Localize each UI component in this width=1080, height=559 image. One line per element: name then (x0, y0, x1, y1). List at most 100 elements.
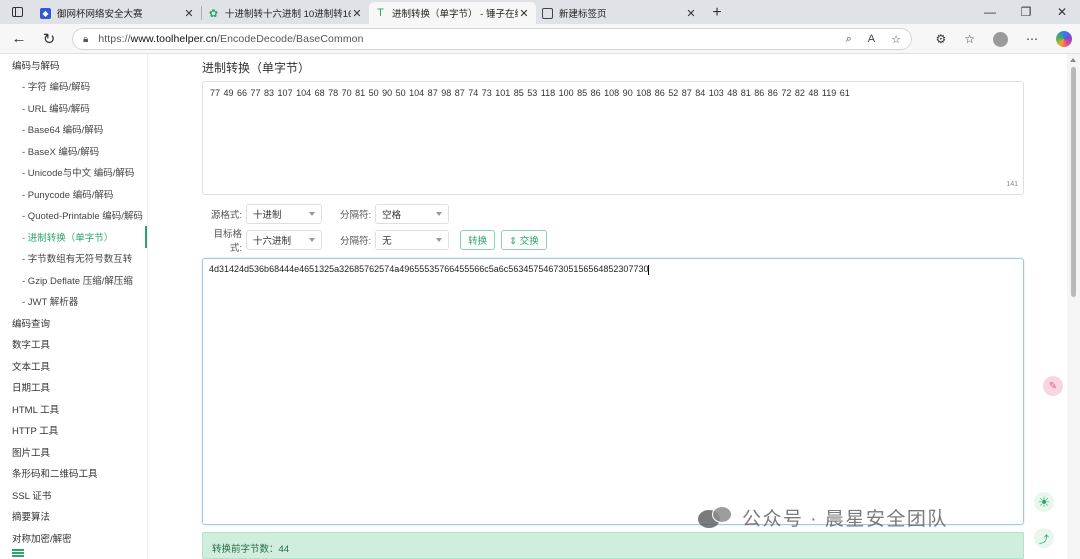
sidebar-category[interactable]: 摘要算法 (0, 506, 147, 528)
minimize-icon[interactable]: — (972, 5, 1008, 19)
copilot-icon[interactable] (1056, 31, 1072, 47)
tab-title: 新建标签页 (559, 9, 607, 20)
new-tab-button[interactable]: + (703, 2, 731, 24)
wechat-logo-icon (698, 504, 734, 530)
avatar[interactable] (993, 31, 1008, 47)
share-icon[interactable]: ⤴ (1034, 528, 1054, 548)
page-title: 进制转换（单字节） (202, 61, 311, 75)
tab-3[interactable]: 新建标签页 ✕ (536, 2, 703, 24)
scroll-up-icon[interactable] (1070, 58, 1076, 62)
tab-title: 进制转换（单字节） - 锤子在线工 (392, 9, 518, 20)
close-icon[interactable]: ✕ (183, 7, 195, 20)
more-menu-icon[interactable]: ⋯ (1026, 32, 1038, 46)
lock-icon: 🔒︎ (83, 33, 89, 45)
window-icon (11, 7, 23, 17)
menu-icon[interactable] (12, 549, 24, 557)
sidebar-category[interactable]: SSL 证书 (0, 484, 147, 506)
swap-button[interactable]: ⇕ 交换 (501, 230, 547, 250)
close-icon[interactable]: ✕ (518, 7, 530, 20)
target-sep-value: 无 (382, 236, 392, 247)
close-icon[interactable]: ✕ (685, 7, 697, 20)
target-sep-label: 分隔符: (340, 236, 372, 247)
sidebar-category[interactable]: 文本工具 (0, 355, 147, 377)
sidebar-category[interactable]: 条形码和二维码工具 (0, 463, 147, 485)
extensions-icon[interactable]: ⚙ (935, 32, 946, 46)
address-bar[interactable]: 🔒︎ https://www.toolhelper.cn/EncodeDecod… (72, 28, 912, 50)
sidebar-category[interactable]: 日期工具 (0, 377, 147, 399)
scrollbar-thumb[interactable] (1071, 67, 1076, 297)
chevron-down-icon (436, 238, 443, 242)
sidebar-item[interactable]: - Unicode与中文 编码/解码 (0, 162, 147, 184)
result-bar: 转换前字节数：44 (202, 532, 1024, 559)
sidebar-item[interactable]: - 进制转换（单字节） (0, 226, 147, 248)
sidebar-item[interactable]: - 字符 编码/解码 (0, 76, 147, 98)
close-icon[interactable]: ✕ (351, 7, 363, 20)
main-panel: 进制转换（单字节） 77 49 66 77 83 107 104 68 78 7… (149, 54, 1067, 559)
chevron-down-icon (309, 212, 315, 216)
favorites-icon[interactable]: ☆ (964, 32, 975, 46)
source-sep-label: 分隔符: (340, 210, 372, 221)
char-count: 141 (1006, 181, 1018, 188)
tab-title: 御网杯网络安全大赛 (57, 9, 143, 20)
url-text: https://www.toolhelper.cn/EncodeDecode/B… (98, 33, 364, 45)
target-row: 目标格式: 十六进制 分隔符: 无 转换 ⇕ 交换 (202, 229, 547, 254)
translate-float-icon[interactable]: ✎ (1043, 376, 1063, 396)
vertical-scrollbar[interactable] (1067, 54, 1080, 559)
convert-button[interactable]: 转换 (460, 230, 496, 250)
source-sep-select[interactable]: 空格 (375, 204, 450, 224)
sidebar-category[interactable]: HTTP 工具 (0, 420, 147, 442)
sidebar-category[interactable]: 编码查询 (0, 312, 147, 334)
tab-1[interactable]: ✿ 十进制转十六进制 10进制转16进 ✕ (202, 2, 369, 24)
sidebar-item[interactable]: - Punycode 编码/解码 (0, 183, 147, 205)
watermark-text: 公众号 · 晨星安全团队 (742, 508, 948, 530)
source-format-select[interactable]: 十进制 (246, 204, 322, 224)
target-sep-select[interactable]: 无 (375, 230, 450, 250)
sidebar-item[interactable]: - Gzip Deflate 压缩/解压缩 (0, 269, 147, 291)
sidebar: 编码与解码 - 字符 编码/解码 - URL 编码/解码 - Base64 编码/解码… (0, 54, 148, 559)
browser-toolbar: ← ↻ 🔒︎ https://www.toolhelper.cn/EncodeD… (0, 24, 1080, 54)
sidebar-item[interactable]: - 字节数组有无符号数互转 (0, 248, 147, 270)
source-format-value: 十进制 (253, 210, 282, 221)
close-window-icon[interactable]: ✕ (1044, 5, 1080, 19)
tab-title: 十进制转十六进制 10进制转16进 (225, 9, 351, 20)
theme-toggle-icon[interactable]: ☀ (1034, 492, 1054, 512)
text-caret (648, 264, 650, 275)
target-format-label: 目标格式: (213, 229, 242, 254)
sidebar-item[interactable]: - URL 编码/解码 (0, 97, 147, 119)
sidebar-category[interactable]: HTML 工具 (0, 398, 147, 420)
zoom-icon[interactable]: ⌕ (846, 33, 852, 46)
sidebar-item[interactable]: - BaseX 编码/解码 (0, 140, 147, 162)
favorite-star-icon[interactable]: ☆ (891, 33, 901, 46)
watermark: 公众号 · 晨星安全团队 (698, 502, 948, 532)
source-row: 源格式: 十进制 分隔符: 空格 (202, 204, 450, 224)
toolbar-right: ⚙ ☆ ⋯ (935, 24, 1072, 54)
input-text: 77 49 66 77 83 107 104 68 78 70 81 50 90… (210, 88, 850, 98)
sidebar-item[interactable]: - Base64 编码/解码 (0, 119, 147, 141)
target-format-select[interactable]: 十六进制 (246, 230, 322, 250)
back-icon[interactable]: ← (4, 30, 34, 47)
output-textarea[interactable]: 4d31424d536b68444e4651325a32685762574a49… (202, 258, 1024, 525)
sidebar-category[interactable]: 图片工具 (0, 441, 147, 463)
window-menu-button[interactable] (0, 0, 34, 24)
refresh-icon[interactable]: ↻ (34, 30, 64, 48)
window-controls: — ❐ ✕ (972, 0, 1080, 24)
target-format-value: 十六进制 (253, 236, 292, 247)
tab-0[interactable]: ◆ 御网杯网络安全大赛 ✕ (34, 2, 201, 24)
browser-tab-bar: ◆ 御网杯网络安全大赛 ✕ ✿ 十进制转十六进制 10进制转16进 ✕ T 进制… (0, 0, 1080, 24)
input-textarea[interactable]: 77 49 66 77 83 107 104 68 78 70 81 50 90… (202, 81, 1024, 195)
result-text: 转换前字节数：44 (212, 544, 290, 555)
source-format-label: 源格式: (210, 210, 242, 221)
sidebar-category[interactable]: 数字工具 (0, 334, 147, 356)
hammer-icon: T (377, 7, 384, 19)
read-aloud-icon[interactable]: A (868, 33, 875, 46)
sidebar-category[interactable]: 对称加密/解密 (0, 527, 147, 549)
source-sep-value: 空格 (382, 210, 402, 221)
sidebar-category[interactable]: 编码与解码 (0, 54, 147, 76)
maximize-icon[interactable]: ❐ (1008, 5, 1044, 19)
sidebar-item[interactable]: - Quoted-Printable 编码/解码 (0, 205, 147, 227)
chevron-down-icon (436, 212, 443, 216)
chevron-down-icon (309, 238, 315, 242)
sidebar-item[interactable]: - JWT 解析器 (0, 291, 147, 313)
tab-2[interactable]: T 进制转换（单字节） - 锤子在线工 ✕ (369, 2, 536, 24)
shield-icon: ◆ (40, 7, 51, 19)
